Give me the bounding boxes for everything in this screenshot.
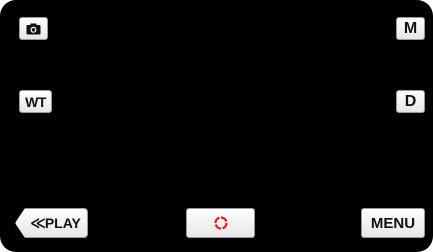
zoom-button[interactable]: WT: [19, 90, 52, 113]
camera-screen: M WT D ≪ PLAY MENU: [0, 0, 433, 252]
menu-button[interactable]: MENU: [361, 208, 425, 238]
zoom-label: WT: [25, 93, 46, 110]
record-icon: [213, 216, 228, 230]
double-chevron-left-icon: ≪: [30, 215, 46, 232]
camera-mode-button[interactable]: [19, 17, 48, 40]
menu-label: MENU: [370, 214, 416, 232]
manual-mode-button[interactable]: M: [396, 17, 425, 40]
camera-icon: [26, 23, 41, 34]
display-button[interactable]: D: [396, 90, 425, 113]
playback-button[interactable]: ≪ PLAY: [15, 208, 88, 238]
display-label: D: [404, 92, 417, 110]
manual-mode-label: M: [403, 19, 418, 37]
playback-label: PLAY: [44, 215, 81, 231]
record-button[interactable]: [186, 208, 255, 238]
